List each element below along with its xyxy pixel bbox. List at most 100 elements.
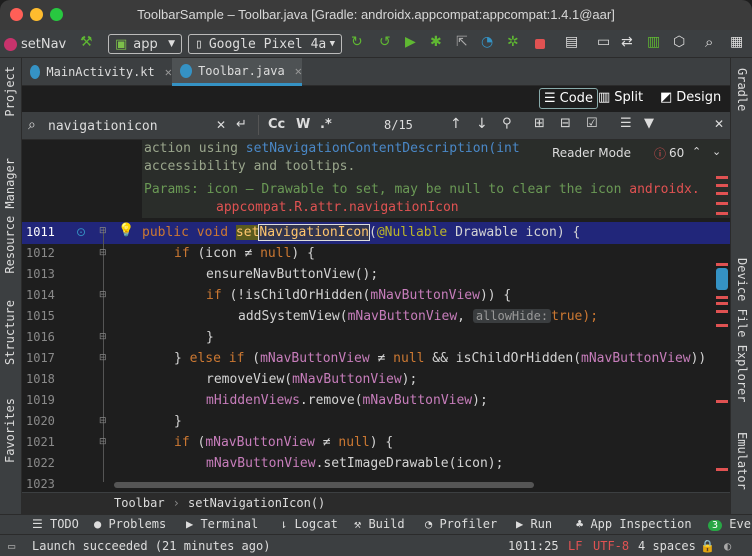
favorites-tool-tab[interactable]: Favorites [3,398,17,463]
attach-debugger-icon[interactable]: ⇱ [456,34,472,50]
fold-icon[interactable]: ⊟ [99,437,107,447]
apply-code-changes-icon[interactable]: ↺ [379,34,395,50]
fold-icon[interactable]: ⊟ [99,290,107,300]
device-dropdown[interactable]: ▯ Google Pixel 4a ▼ [188,34,342,54]
error-count[interactable]: 60 [669,146,684,160]
fold-icon[interactable]: ⊟ [99,332,107,342]
resource-manager-tool-tab[interactable]: Resource Manager [3,158,17,274]
file-encoding[interactable]: UTF-8 [593,539,629,553]
error-marker[interactable] [716,302,728,305]
fold-icon[interactable]: ⊟ [99,226,107,236]
doc-link[interactable]: setNavigationContentDescription(int [246,141,520,156]
clear-search-icon[interactable]: ✕ [216,118,226,132]
code-mode-button[interactable]: ☰ Code [539,88,598,109]
filter-icon[interactable]: ▼ [644,116,654,131]
error-marker[interactable] [716,310,728,313]
run-icon[interactable]: ▶ [405,34,421,50]
tool-label: Profiler [439,517,498,531]
emulator-tool-tab[interactable]: Emulator [735,432,749,490]
run-tool-button[interactable]: ▶ Run [516,517,552,531]
profile-icon[interactable]: ◔ [481,34,497,50]
search-icon[interactable]: ⌕ [28,117,36,133]
next-problem-icon[interactable]: ⌄ [712,145,721,158]
previous-match-icon[interactable]: ↑ [450,116,462,132]
close-find-icon[interactable]: ✕ [714,117,724,131]
horizontal-scrollbar[interactable] [114,482,534,488]
debug-attach-icon[interactable]: ✲ [507,34,523,50]
next-match-icon[interactable]: ↓ [476,116,488,132]
regex-button[interactable]: .* [320,117,332,132]
error-marker[interactable] [716,400,728,403]
android-icon: ▣ [115,36,128,52]
fold-icon[interactable]: ⊟ [99,353,107,363]
structure-tool-tab[interactable]: Structure [3,300,17,365]
breadcrumb-class[interactable]: Toolbar [114,496,165,510]
close-icon[interactable]: ✕ [165,65,172,79]
sync-gradle-icon[interactable]: ⇄ [621,34,637,50]
error-marker[interactable] [716,202,728,205]
override-icon[interactable]: ⊙ [76,225,86,239]
build-tool-button[interactable]: ⚒ Build [354,517,405,531]
code-editor[interactable]: action using setNavigationContentDescrip… [22,140,730,492]
error-marker[interactable] [716,263,728,266]
match-case-button[interactable]: Cc [268,117,285,132]
project-selector[interactable]: setNav [4,35,66,53]
indent-setting[interactable]: 4 spaces [638,539,696,553]
debug-icon[interactable]: ✱ [430,34,446,50]
split-mode-button[interactable]: ▥ Split [598,90,643,105]
error-marker[interactable] [716,184,728,187]
error-marker[interactable] [716,468,728,471]
tab-mainactivity[interactable]: MainActivity.kt ✕ [22,58,172,86]
fold-icon[interactable]: ⊟ [99,248,107,258]
problems-tool-button[interactable]: ● Problems [94,517,166,531]
profiler-tool-button[interactable]: ◔ Profiler [425,517,497,531]
in-selection-icon[interactable]: ☰ [620,116,632,131]
pin-icon[interactable]: ⚲ [502,116,512,131]
gradle-tool-tab[interactable]: Gradle [735,68,749,111]
lock-icon[interactable]: 🔒 [700,539,715,553]
app-inspection-tool-button[interactable]: ♣ App Inspection [576,517,692,531]
error-stripe[interactable] [714,168,728,478]
search-icon[interactable]: ⌕ [705,33,721,51]
scroll-thumb[interactable] [716,268,728,290]
new-line-icon[interactable]: ↵ [236,117,247,132]
fold-icon[interactable]: ⊟ [99,416,107,426]
tab-toolbar[interactable]: Toolbar.java ✕ [172,58,302,86]
error-marker[interactable] [716,176,728,179]
avd-manager-icon[interactable]: ▥ [647,34,663,50]
reader-mode-button[interactable]: Reader Mode [552,146,631,160]
device-file-explorer-tool-tab[interactable]: Device File Explorer [735,258,749,403]
hammer-icon[interactable]: ⚒ [80,34,96,50]
project-structure-icon[interactable]: ▤ [565,34,581,50]
sdk-manager-icon[interactable]: ⬡ [673,34,689,50]
line-separator[interactable]: LF [568,539,582,553]
select-all-occurrences-icon[interactable]: ☑ [586,116,598,131]
error-marker[interactable] [716,324,728,327]
todo-tool-button[interactable]: ☰ TODO [32,517,79,531]
stop-icon[interactable] [535,39,545,49]
error-marker[interactable] [716,192,728,195]
error-marker[interactable] [716,296,728,299]
prev-problem-icon[interactable]: ⌃ [692,145,701,158]
event-log-tool-button[interactable]: 3 Event [708,517,752,531]
apply-changes-icon[interactable]: ↻ [351,34,367,50]
error-marker[interactable] [716,212,728,215]
words-button[interactable]: W [296,117,310,132]
project-tool-tab[interactable]: Project [3,66,17,117]
status-toggle-icon[interactable]: ▭ [8,539,15,553]
terminal-tool-button[interactable]: ▶ Terminal [186,517,258,531]
search-input[interactable] [48,116,228,136]
remove-occurrence-icon[interactable]: ⊟ [560,116,571,131]
logcat-tool-button[interactable]: ⇂ Logcat [280,517,338,531]
caret-position[interactable]: 1011:25 [508,539,559,553]
memory-indicator-icon[interactable]: ◐ [724,539,731,553]
settings-icon[interactable]: ▦ [730,34,746,50]
design-mode-button[interactable]: ◩ Design [660,90,721,105]
breadcrumb-method[interactable]: setNavigationIcon() [188,496,325,510]
lightbulb-icon[interactable]: 💡 [118,223,134,238]
terminal-icon[interactable]: ▭ [597,34,613,50]
code-line-1011: public void setNavigationIcon(@Nullable … [142,224,581,241]
add-occurrence-icon[interactable]: ⊞ [534,116,545,131]
close-icon[interactable]: ✕ [295,64,302,78]
run-config-dropdown[interactable]: ▣ app ▼ [108,34,182,54]
